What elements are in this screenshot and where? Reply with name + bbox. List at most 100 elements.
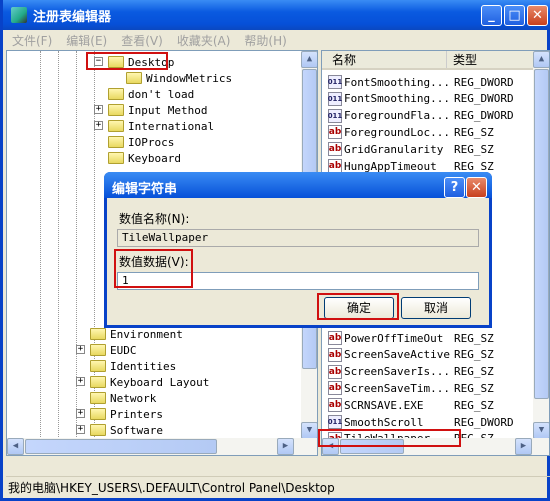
tilewallpaper-highlight <box>318 429 461 447</box>
tree-item[interactable]: + Software <box>76 422 163 438</box>
tree-item-label: Environment <box>110 327 183 341</box>
value-name: FontSmoothing... <box>344 75 450 89</box>
value-type: REG_SZ <box>454 348 494 362</box>
string-value-icon: ab <box>328 398 342 413</box>
value-row[interactable]: ab GridGranularity REG_SZ <box>328 141 533 157</box>
binary-value-icon: 011 <box>328 91 342 106</box>
close-button[interactable]: ✕ <box>527 5 548 26</box>
value-row[interactable]: ab ScreenSaverIs... REG_SZ <box>328 364 533 380</box>
tree-item-label: International <box>128 119 215 133</box>
desktop-highlight <box>86 52 168 70</box>
tree-item-label: Network <box>110 391 157 405</box>
expand-icon[interactable]: + <box>76 377 85 386</box>
binary-value-icon: 011 <box>328 108 342 123</box>
tree-item[interactable]: + International <box>94 118 215 134</box>
value-name: SCRNSAVE.EXE <box>344 398 424 412</box>
scroll-up-button[interactable]: ▲ <box>533 51 549 68</box>
status-bar: 我的电脑\HKEY_USERS\.DEFAULT\Control Panel\D… <box>6 476 550 498</box>
tree-item[interactable]: Keyboard <box>108 150 181 166</box>
scroll-thumb[interactable] <box>25 439 217 454</box>
maximize-button[interactable]: □ <box>504 5 525 26</box>
value-row[interactable]: ab ForegroundLoc... REG_SZ <box>328 124 533 140</box>
value-row[interactable]: 011 ForegroundFla... REG_DWORD <box>328 108 533 124</box>
cancel-button[interactable]: 取消 <box>401 297 471 319</box>
value-type: REG_SZ <box>454 159 494 173</box>
tree-item[interactable]: + Printers <box>76 406 163 422</box>
value-row[interactable]: 011 FontSmoothing... REG_DWORD <box>328 91 533 107</box>
expand-icon[interactable]: + <box>76 345 85 354</box>
tree-item[interactable]: + Keyboard Layout <box>76 374 209 390</box>
string-value-icon: ab <box>328 142 342 157</box>
scroll-down-button[interactable]: ▼ <box>533 422 549 439</box>
folder-icon <box>90 344 106 356</box>
expand-icon[interactable]: + <box>94 121 103 130</box>
scroll-down-button[interactable]: ▼ <box>301 422 317 439</box>
dialog-close-button[interactable]: ✕ <box>466 177 487 198</box>
value-name: HungAppTimeout <box>344 159 437 173</box>
value-name: GridGranularity <box>344 142 444 156</box>
scroll-right-button[interactable]: ▶ <box>277 438 294 455</box>
value-row[interactable]: 011 SmoothScroll REG_DWORD <box>328 414 533 430</box>
expand-icon[interactable]: + <box>76 425 85 434</box>
value-row[interactable]: 011 FontSmoothing... REG_DWORD <box>328 74 533 90</box>
tree-item[interactable]: Identities <box>90 358 176 374</box>
value-row[interactable]: ab SCRNSAVE.EXE REG_SZ <box>328 397 533 413</box>
value-name: ScreenSaverIs... <box>344 365 450 379</box>
folder-icon <box>90 392 106 404</box>
tree-item-label: Input Method <box>128 103 208 117</box>
menu-edit[interactable]: 编辑(E) <box>66 32 107 49</box>
folder-icon <box>90 376 106 388</box>
value-row[interactable]: ab PowerOffTimeOut REG_SZ <box>328 330 533 346</box>
tree-item[interactable]: WindowMetrics <box>126 70 232 86</box>
expand-icon[interactable]: + <box>76 409 85 418</box>
string-value-icon: ab <box>328 159 342 173</box>
tree-item[interactable]: don't load <box>108 86 194 102</box>
expand-icon[interactable]: + <box>94 105 103 114</box>
tree-item-label: IOProcs <box>128 135 175 149</box>
string-value-icon: ab <box>328 347 342 362</box>
binary-value-icon: 011 <box>328 415 342 429</box>
tree-item[interactable]: Network <box>90 390 156 406</box>
folder-icon <box>108 120 124 132</box>
value-row[interactable]: ab ScreenSaveActive REG_SZ <box>328 347 533 363</box>
menu-view[interactable]: 查看(V) <box>121 32 163 49</box>
scroll-right-button[interactable]: ▶ <box>515 438 532 455</box>
scroll-thumb[interactable] <box>534 69 549 399</box>
value-type: REG_SZ <box>454 125 494 139</box>
folder-icon <box>108 136 124 148</box>
value-type: REG_DWORD <box>454 75 514 89</box>
string-value-icon: ab <box>328 125 342 140</box>
value-name: PowerOffTimeOut <box>344 331 444 345</box>
tree-item-label: Software <box>110 423 163 437</box>
menu-help[interactable]: 帮助(H) <box>244 32 286 49</box>
value-name-label: 数值名称(N): <box>119 212 190 226</box>
minimize-button[interactable]: _ <box>481 5 502 26</box>
value-type: REG_DWORD <box>454 415 514 429</box>
folder-icon <box>108 152 124 164</box>
tree-item-label: WindowMetrics <box>146 71 233 85</box>
regedit-icon <box>11 7 27 23</box>
column-name-header[interactable]: 名称 <box>332 51 447 68</box>
value-name: ForegroundFla... <box>344 109 450 123</box>
column-type-header[interactable]: 类型 <box>453 51 477 68</box>
scroll-left-button[interactable]: ◀ <box>7 438 24 455</box>
dialog-title: 编辑字符串 <box>104 172 492 198</box>
tree-horizontal-scrollbar[interactable]: ◀ ▶ <box>7 438 317 455</box>
string-value-icon: ab <box>328 331 342 345</box>
menu-favorites[interactable]: 收藏夹(A) <box>177 32 231 49</box>
folder-icon <box>108 104 124 116</box>
scroll-up-button[interactable]: ▲ <box>301 51 317 68</box>
value-name: ScreenSaveTim... <box>344 381 450 395</box>
value-row[interactable]: ab ScreenSaveTim... REG_SZ <box>328 380 533 396</box>
value-type: REG_SZ <box>454 365 494 379</box>
tree-item[interactable]: IOProcs <box>108 134 174 150</box>
value-name: ScreenSaveActive <box>344 348 450 362</box>
menu-file[interactable]: 文件(F) <box>12 32 52 49</box>
help-button[interactable]: ? <box>444 177 465 198</box>
tree-item-label: EUDC <box>110 343 137 357</box>
tree-item[interactable]: Environment <box>90 326 183 342</box>
tree-item[interactable]: + Input Method <box>94 102 208 118</box>
list-vertical-scrollbar[interactable]: ▲ ▼ <box>533 51 549 439</box>
tree-item[interactable]: + EUDC <box>76 342 137 358</box>
value-name: FontSmoothing... <box>344 92 450 106</box>
